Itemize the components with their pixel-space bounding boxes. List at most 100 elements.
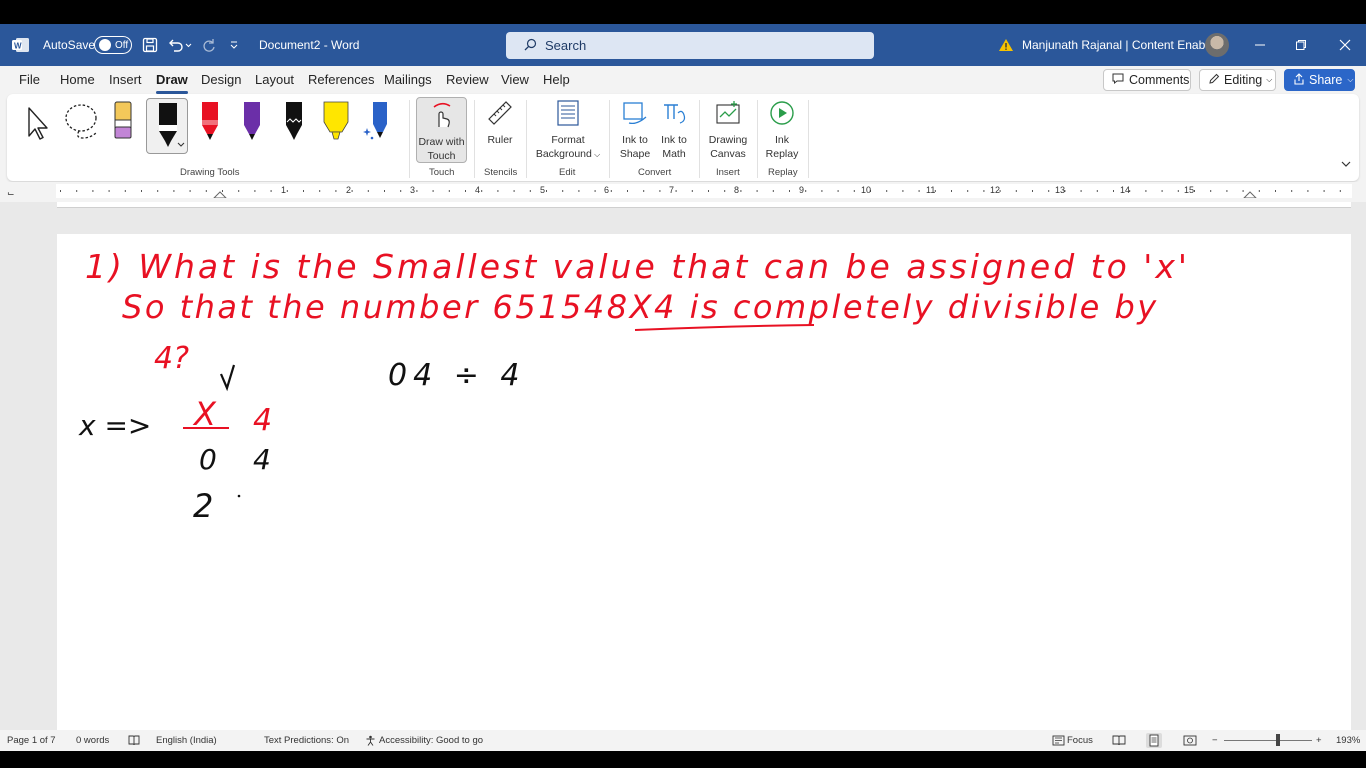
ink-replay-button[interactable]: Ink Replay xyxy=(762,99,802,161)
eraser-tool[interactable] xyxy=(106,98,142,154)
ruler-tick xyxy=(821,190,823,192)
accessibility-icon[interactable] xyxy=(365,735,376,749)
ruler-tick xyxy=(319,190,321,192)
group-separator xyxy=(757,100,758,178)
document-page[interactable]: 1) What is the Smallest value that can b… xyxy=(57,234,1351,732)
title-bar: W AutoSave Off Document2 - Word Search M… xyxy=(0,24,1366,66)
page-count[interactable]: Page 1 of 7 xyxy=(7,735,56,746)
ink-x-label: x => xyxy=(78,409,151,442)
zoom-out-icon[interactable]: − xyxy=(1212,735,1218,746)
highlighter-yellow[interactable] xyxy=(319,98,355,154)
ruler-tick xyxy=(1080,190,1082,192)
tab-file[interactable]: File xyxy=(19,72,40,92)
word-count[interactable]: 0 words xyxy=(76,735,109,746)
ruler-tick xyxy=(189,190,191,192)
tab-layout[interactable]: Layout xyxy=(255,72,294,92)
customize-toolbar-icon[interactable] xyxy=(229,24,241,66)
undo-icon[interactable] xyxy=(167,24,193,66)
proofing-icon[interactable] xyxy=(128,735,140,749)
ink-to-shape-button[interactable]: Ink to Shape xyxy=(616,99,654,161)
tab-help[interactable]: Help xyxy=(543,72,570,92)
ruler-tick xyxy=(529,190,531,192)
ruler-tick xyxy=(205,190,207,192)
pen-black-galaxy[interactable] xyxy=(277,98,313,154)
format-background-icon xyxy=(531,99,605,131)
zoom-level[interactable]: 193% xyxy=(1336,735,1360,746)
read-mode-icon[interactable] xyxy=(1112,735,1126,749)
tab-insert[interactable]: Insert xyxy=(109,72,142,92)
focus-icon[interactable] xyxy=(1052,735,1065,749)
ruler-tick xyxy=(1242,190,1244,192)
pen-blue-galaxy[interactable] xyxy=(361,98,397,154)
eraser-icon xyxy=(114,101,132,139)
focus-mode-button[interactable]: Focus xyxy=(1067,735,1093,746)
pen-red[interactable] xyxy=(193,98,229,154)
ruler-tick xyxy=(610,190,612,192)
indent-marker[interactable] xyxy=(212,191,228,199)
zoom-slider-thumb[interactable] xyxy=(1276,734,1280,746)
pen-purple[interactable] xyxy=(235,98,271,154)
select-tool[interactable] xyxy=(21,98,57,154)
ruler-tick xyxy=(789,190,790,192)
format-background-button[interactable]: Format Background ⌵ xyxy=(531,99,605,162)
ruler-number: 8 xyxy=(734,185,740,195)
avatar[interactable] xyxy=(1205,33,1229,57)
ruler-tick xyxy=(1258,190,1260,192)
zoom-slider[interactable] xyxy=(1224,740,1312,741)
tab-design[interactable]: Design xyxy=(201,72,241,92)
tab-home[interactable]: Home xyxy=(60,72,95,92)
tab-view[interactable]: View xyxy=(501,72,529,92)
restore-icon[interactable] xyxy=(1286,24,1316,66)
ruler-tick xyxy=(837,190,839,192)
collapse-ribbon-icon[interactable] xyxy=(1341,160,1351,171)
autosave-state: Off xyxy=(115,39,129,51)
touch-draw-icon xyxy=(417,101,466,133)
close-icon[interactable] xyxy=(1330,24,1360,66)
ruler-number: 11 xyxy=(926,185,936,195)
ruler-tick xyxy=(513,190,515,192)
right-indent-marker[interactable] xyxy=(1242,191,1258,199)
editing-mode-button[interactable]: Editing ⌵ xyxy=(1199,69,1276,91)
ink-to-math-icon xyxy=(655,99,693,131)
print-layout-icon[interactable] xyxy=(1146,733,1162,748)
horizontal-ruler[interactable]: ⌙ 1 2 3 4 5 6 7 8 9 10 11 12 13 14 15 xyxy=(0,182,1366,202)
purple-pen-icon xyxy=(244,102,260,140)
redo-icon[interactable] xyxy=(201,24,219,66)
tab-references[interactable]: References xyxy=(308,72,374,92)
ruler-tick xyxy=(448,190,450,192)
pen-black-selected[interactable] xyxy=(146,98,188,154)
tab-draw[interactable]: Draw xyxy=(156,72,188,94)
zoom-in-icon[interactable]: + xyxy=(1316,735,1322,746)
tab-mailings[interactable]: Mailings xyxy=(384,72,432,92)
ink-to-math-button[interactable]: Ink to Math xyxy=(655,99,693,161)
draw-with-touch-button[interactable]: Draw with Touch xyxy=(416,97,467,163)
share-button[interactable]: Share ⌵ xyxy=(1284,69,1355,91)
drawing-canvas-button[interactable]: Drawing Canvas xyxy=(704,99,752,161)
ink-replay-icon xyxy=(762,99,802,131)
ruler-tick xyxy=(1032,190,1033,192)
tab-selector-icon[interactable]: ⌙ xyxy=(7,188,15,199)
text-predictions-status[interactable]: Text Predictions: On xyxy=(264,735,349,746)
lasso-select-tool[interactable] xyxy=(63,98,99,154)
ruler-tick xyxy=(303,190,304,192)
ink-to-math-line1: Ink to xyxy=(661,134,687,146)
ruler-tick xyxy=(886,190,888,192)
ruler-button[interactable]: Ruler xyxy=(480,99,520,147)
tab-review[interactable]: Review xyxy=(446,72,489,92)
ink-to-shape-line2: Shape xyxy=(619,148,651,160)
warning-icon[interactable] xyxy=(998,24,1014,66)
minimize-icon[interactable] xyxy=(1245,24,1275,66)
language-status[interactable]: English (India) xyxy=(156,735,217,746)
word-window: W AutoSave Off Document2 - Word Search M… xyxy=(0,24,1366,751)
ruler-tick xyxy=(1194,190,1195,192)
comments-button[interactable]: Comments xyxy=(1103,69,1191,91)
web-layout-icon[interactable] xyxy=(1183,735,1197,749)
account-name[interactable]: Manjunath Rajanal | Content Enablers xyxy=(1022,24,1225,66)
search-box[interactable]: Search xyxy=(506,32,874,59)
autosave-label: AutoSave xyxy=(43,38,96,52)
previous-page-edge xyxy=(57,202,1351,208)
accessibility-status[interactable]: Accessibility: Good to go xyxy=(379,735,483,746)
save-icon[interactable] xyxy=(142,24,160,66)
autosave-toggle[interactable]: Off xyxy=(94,36,132,54)
document-canvas[interactable]: 1) What is the Smallest value that can b… xyxy=(0,202,1366,732)
